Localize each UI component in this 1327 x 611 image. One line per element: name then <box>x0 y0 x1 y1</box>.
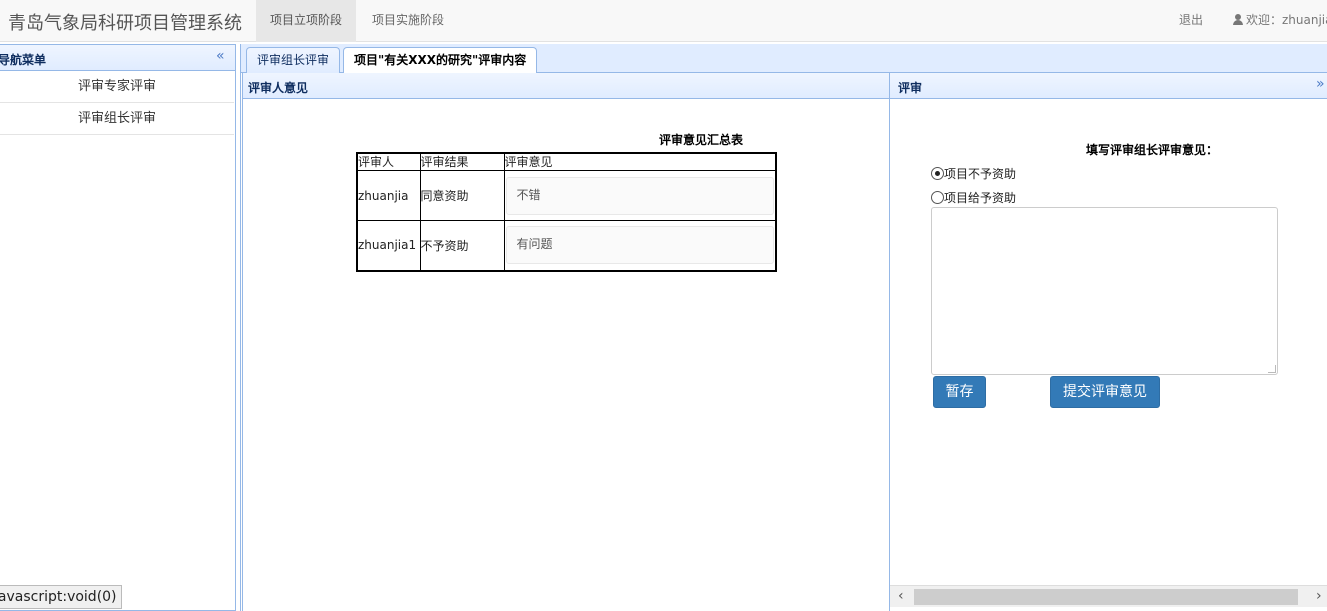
resize-grip-icon[interactable] <box>1268 365 1276 373</box>
save-draft-button[interactable]: 暂存 <box>933 376 986 408</box>
cell-result: 不予资助 <box>419 220 505 271</box>
menu-item-expert-review[interactable]: 评审专家评审 <box>0 71 234 103</box>
option-no-funding-label: 项目不予资助 <box>944 167 1017 181</box>
tab-container: 评审组长评审 项目"有关XXX的研究"评审内容 评审人意见 评审意见汇总表 评审… <box>240 44 1327 611</box>
cell-reviewer: zhuanjia <box>356 170 421 221</box>
col-reviewer: 评审人 <box>356 152 421 171</box>
table-header-row: 评审人 评审结果 评审意见 <box>356 152 777 171</box>
scroll-right-icon[interactable]: › <box>1316 588 1322 604</box>
option-grant-funding[interactable]: 项目给予资助 <box>931 190 1016 206</box>
nav-panel-title: 导航菜单 <box>0 53 47 67</box>
opinion-text: 不错 <box>505 176 774 215</box>
top-navbar: 青岛气象局科研项目管理系统 项目立项阶段 项目实施阶段 退出 欢迎：zhuanj… <box>0 0 1327 42</box>
radio-no-funding[interactable] <box>931 167 944 180</box>
menu-item-leader-review[interactable]: 评审组长评审 <box>0 103 234 135</box>
welcome-text: 欢迎：zhuanjia <box>1246 13 1327 27</box>
user-welcome[interactable]: 欢迎：zhuanjia <box>1233 0 1327 42</box>
logout-link[interactable]: 退出 <box>1179 0 1203 42</box>
radio-grant-funding[interactable] <box>931 191 944 204</box>
reviewer-opinions-header: 评审人意见 <box>243 73 889 99</box>
cell-result: 同意资助 <box>419 170 505 221</box>
expand-right-icon[interactable]: » <box>1316 77 1325 91</box>
option-no-funding[interactable]: 项目不予资助 <box>931 166 1016 182</box>
opinion-text: 有问题 <box>505 226 774 265</box>
cell-opinion: 不错 <box>503 170 777 221</box>
col-opinion: 评审意见 <box>503 152 777 171</box>
horizontal-scrollbar[interactable]: ‹ › <box>890 585 1327 607</box>
summary-table: 评审人 评审结果 评审意见 zhuanjia 同意资助 不错 zhuanjia1… <box>356 152 777 272</box>
table-row: zhuanjia1 不予资助 有问题 <box>356 220 777 271</box>
review-comment-textarea[interactable] <box>931 207 1278 375</box>
nav-panel: 导航菜单 « 评审专家评审 评审组长评审 <box>0 44 236 611</box>
nav-panel-header: 导航菜单 « <box>0 45 235 71</box>
scrollbar-thumb[interactable] <box>914 589 1298 605</box>
option-grant-funding-label: 项目给予资助 <box>944 191 1017 205</box>
review-form-header: 评审 » <box>890 73 1327 99</box>
table-row: zhuanjia 同意资助 不错 <box>356 170 777 221</box>
status-bar-url: javascript:void(0) <box>0 585 122 609</box>
submit-review-button[interactable]: 提交评审意见 <box>1050 376 1160 408</box>
reviewer-opinions-pane: 评审人意见 评审意见汇总表 评审人 评审结果 评审意见 zhuanjia 同意资… <box>242 73 890 611</box>
cell-opinion: 有问题 <box>503 220 777 271</box>
app-title[interactable]: 青岛气象局科研项目管理系统 <box>8 9 242 35</box>
review-form-pane-title: 评审 <box>898 81 923 95</box>
review-form-pane: 评审 » 填写评审组长评审意见： 项目不予资助 项目给予资助 暂存 提交评审意见… <box>890 73 1327 611</box>
tabs-header: 评审组长评审 项目"有关XXX的研究"评审内容 <box>241 44 1327 74</box>
summary-table-title: 评审意见汇总表 <box>659 133 744 147</box>
nav-project-setup[interactable]: 项目立项阶段 <box>256 0 357 42</box>
scroll-left-icon[interactable]: ‹ <box>898 588 904 604</box>
review-form-title: 填写评审组长评审意见： <box>1086 143 1219 157</box>
tab-leader-review[interactable]: 评审组长评审 <box>246 47 341 73</box>
nav-project-implementation[interactable]: 项目实施阶段 <box>358 0 458 42</box>
cell-reviewer: zhuanjia1 <box>356 220 421 271</box>
tab-project-review-content[interactable]: 项目"有关XXX的研究"评审内容 <box>343 47 538 74</box>
user-icon <box>1233 14 1243 25</box>
reviewer-opinions-title: 评审人意见 <box>248 81 309 95</box>
col-result: 评审结果 <box>419 152 505 171</box>
collapse-left-icon[interactable]: « <box>216 49 225 63</box>
